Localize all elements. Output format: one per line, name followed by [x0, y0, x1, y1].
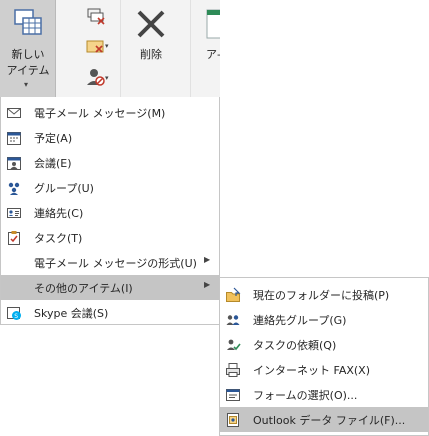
new-items-label-1: 新しい — [11, 48, 45, 61]
delete-x-icon — [137, 10, 165, 38]
menu-item-skype-meeting[interactable]: S Skype 会議(S) — [1, 300, 219, 325]
ribbon-separator — [190, 0, 191, 97]
task-request-icon — [227, 339, 241, 351]
new-items-button[interactable]: 新しい アイテム ▾ — [0, 0, 56, 97]
appointment-icon — [7, 132, 21, 145]
delete-button[interactable]: 削除 — [126, 2, 176, 82]
internet-fax-icon — [226, 363, 240, 377]
submenu-item-outlook-data-file[interactable]: Outlook データ ファイル(F)... — [220, 407, 428, 432]
post-to-folder-icon — [226, 287, 241, 302]
menu-item-label: 会議(E) — [34, 157, 72, 170]
submenu-item-label: 現在のフォルダーに投稿(P) — [253, 289, 390, 302]
submenu-item-label: タスクの依頼(Q) — [253, 339, 337, 352]
svg-text:▾: ▾ — [105, 42, 109, 50]
next-group-label: ア- — [206, 48, 220, 61]
submenu-arrow-icon: ▶ — [204, 255, 211, 264]
submenu-item-contact-group[interactable]: 連絡先グループ(G) — [220, 307, 428, 332]
menu-item-label: タスク(T) — [34, 232, 83, 245]
meeting-icon — [7, 157, 21, 170]
menu-item-meeting[interactable]: 会議(E) — [1, 150, 219, 175]
menu-item-group[interactable]: グループ(U) — [1, 175, 219, 200]
reply-icon — [206, 9, 220, 39]
menu-item-email-format[interactable]: 電子メール メッセージの形式(U) ▶ — [1, 250, 219, 275]
submenu-arrow-icon: ▶ — [204, 280, 211, 289]
menu-item-contact[interactable]: 連絡先(C) — [1, 200, 219, 225]
group-icon — [8, 182, 20, 195]
submenu-item-label: フォームの選択(O)... — [253, 389, 358, 402]
ignore-icon[interactable] — [84, 6, 112, 28]
menu-item-label: 予定(A) — [34, 132, 73, 145]
menu-item-label: Skype 会議(S) — [34, 307, 109, 320]
menu-item-email-message[interactable]: 電子メール メッセージ(M) — [1, 100, 219, 125]
ribbon: 新しい アイテム ▾ ▾ ▾ 削除 ア- — [0, 0, 220, 97]
ribbon-separator — [120, 0, 121, 97]
menu-item-task[interactable]: タスク(T) — [1, 225, 219, 250]
mail-message-icon — [7, 108, 21, 118]
svg-text:▾: ▾ — [105, 74, 109, 82]
skype-icon: S — [7, 307, 21, 320]
task-icon — [8, 231, 20, 245]
chevron-down-icon: ▾ — [24, 80, 29, 89]
junk-icon[interactable]: ▾ — [84, 66, 112, 88]
submenu-item-choose-form[interactable]: フォームの選択(O)... — [220, 382, 428, 407]
contact-icon — [7, 208, 21, 218]
more-items-submenu: 現在のフォルダーに投稿(P) 連絡先グループ(G) タスクの依頼(Q) インター… — [219, 277, 429, 436]
submenu-item-internet-fax[interactable]: インターネット FAX(X) — [220, 357, 428, 382]
contact-group-icon — [226, 315, 240, 325]
menu-item-label: その他のアイテム(I) — [34, 282, 133, 295]
outlook-data-file-icon — [227, 413, 239, 427]
submenu-item-label: インターネット FAX(X) — [253, 364, 370, 377]
menu-item-label: 電子メール メッセージ(M) — [34, 107, 166, 120]
submenu-item-task-request[interactable]: タスクの依頼(Q) — [220, 332, 428, 357]
choose-form-icon — [226, 389, 240, 401]
cleanup-icon[interactable]: ▾ — [84, 36, 112, 58]
menu-item-label: 電子メール メッセージの形式(U) — [34, 257, 197, 270]
svg-text:S: S — [14, 313, 18, 320]
menu-item-more-items[interactable]: その他のアイテム(I) ▶ — [1, 275, 219, 300]
new-items-label-2: アイテム — [6, 64, 50, 77]
new-items-icon — [14, 9, 42, 35]
new-items-menu: 電子メール メッセージ(M) 予定(A) 会議(E) グループ(U) 連絡先(C… — [0, 97, 220, 325]
menu-item-appointment[interactable]: 予定(A) — [1, 125, 219, 150]
delete-label: 削除 — [140, 48, 162, 61]
submenu-item-post-to-folder[interactable]: 現在のフォルダーに投稿(P) — [220, 282, 428, 307]
reply-button[interactable]: ア- — [196, 2, 220, 82]
menu-item-label: 連絡先(C) — [34, 207, 84, 220]
submenu-item-label: Outlook データ ファイル(F)... — [253, 414, 406, 427]
submenu-item-label: 連絡先グループ(G) — [253, 314, 347, 327]
menu-item-label: グループ(U) — [34, 182, 94, 195]
